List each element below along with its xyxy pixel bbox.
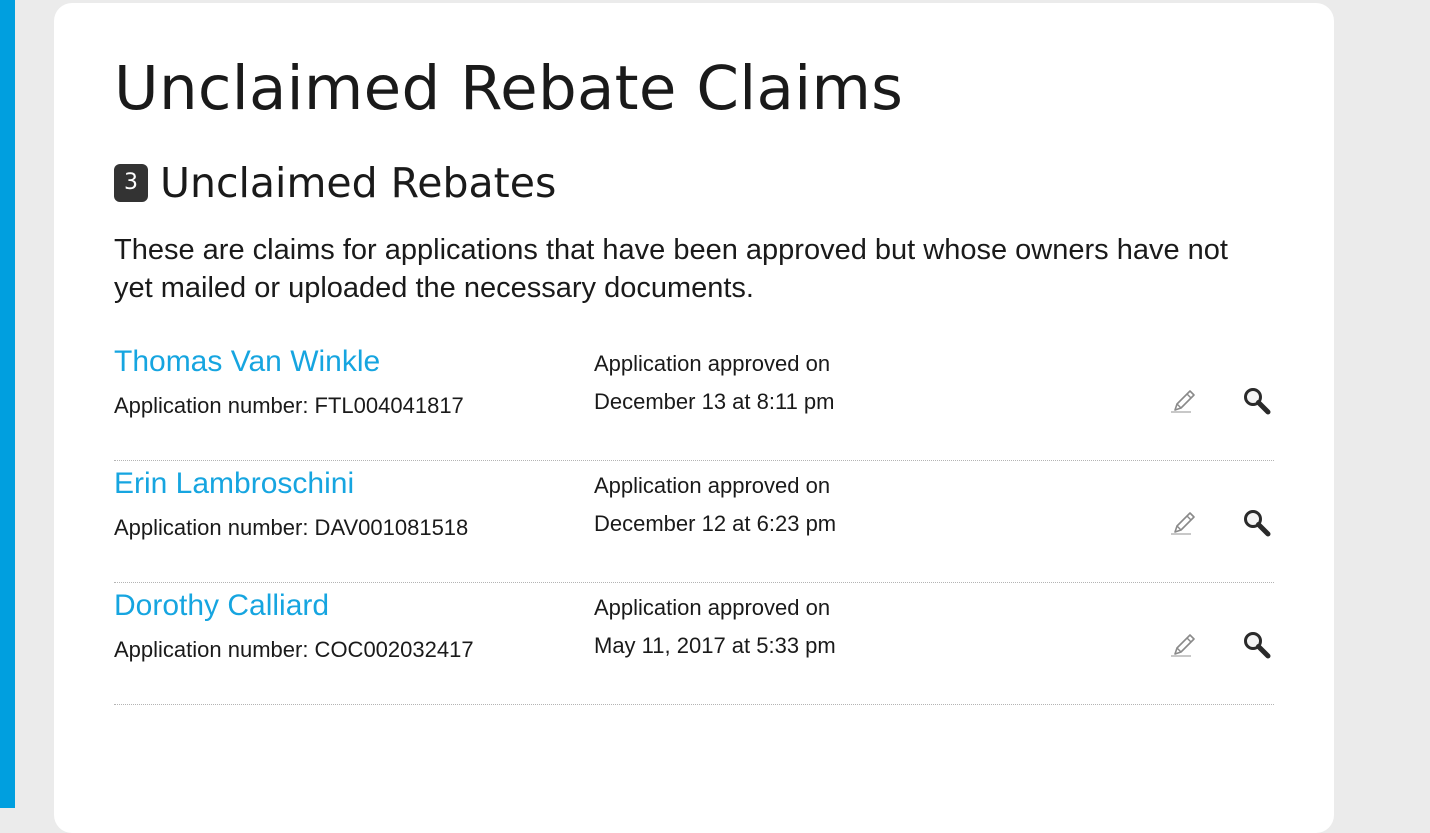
approved-date: May 11, 2017 at 5:33 pm (594, 633, 836, 658)
magnifier-icon (1244, 388, 1271, 415)
view-button[interactable] (1239, 505, 1275, 541)
approved-label: Application approved on (594, 595, 831, 620)
approved-label: Application approved on (594, 351, 831, 376)
count-badge: 3 (114, 164, 148, 202)
pencil-icon (1171, 390, 1195, 413)
claim-owner-link[interactable]: Erin Lambroschini (114, 467, 354, 501)
claim-owner-link[interactable]: Dorothy Calliard (114, 589, 329, 623)
claim-row: Dorothy Calliard Application number: COC… (114, 583, 1274, 705)
application-number: Application number: FTL004041817 (114, 393, 464, 418)
claim-owner-link[interactable]: Thomas Van Winkle (114, 345, 380, 379)
section-description: These are claims for applications that h… (114, 234, 1228, 304)
approved-label: Application approved on (594, 473, 831, 498)
application-number: Application number: DAV001081518 (114, 515, 469, 540)
section-header: 3 Unclaimed Rebates (114, 159, 556, 207)
approved-date: December 12 at 6:23 pm (594, 511, 837, 536)
claim-row: Erin Lambroschini Application number: DA… (114, 461, 1274, 583)
claim-row: Thomas Van Winkle Application number: FT… (114, 339, 1274, 461)
page-title: Unclaimed Rebate Claims (114, 53, 904, 124)
approved-date: December 13 at 8:11 pm (594, 389, 835, 414)
magnifier-icon (1244, 632, 1271, 659)
pencil-icon (1171, 634, 1195, 657)
view-button[interactable] (1239, 627, 1275, 663)
section-title: Unclaimed Rebates (160, 159, 557, 207)
application-number: Application number: COC002032417 (114, 637, 474, 662)
edit-button[interactable] (1166, 505, 1202, 541)
left-accent-stripe (0, 0, 15, 808)
edit-button[interactable] (1166, 383, 1202, 419)
edit-button[interactable] (1166, 627, 1202, 663)
magnifier-icon (1244, 510, 1271, 537)
content-card: Unclaimed Rebate Claims 3 Unclaimed Reba… (54, 3, 1334, 833)
view-button[interactable] (1239, 383, 1275, 419)
pencil-icon (1171, 512, 1195, 535)
claims-list: Thomas Van Winkle Application number: FT… (114, 339, 1274, 705)
